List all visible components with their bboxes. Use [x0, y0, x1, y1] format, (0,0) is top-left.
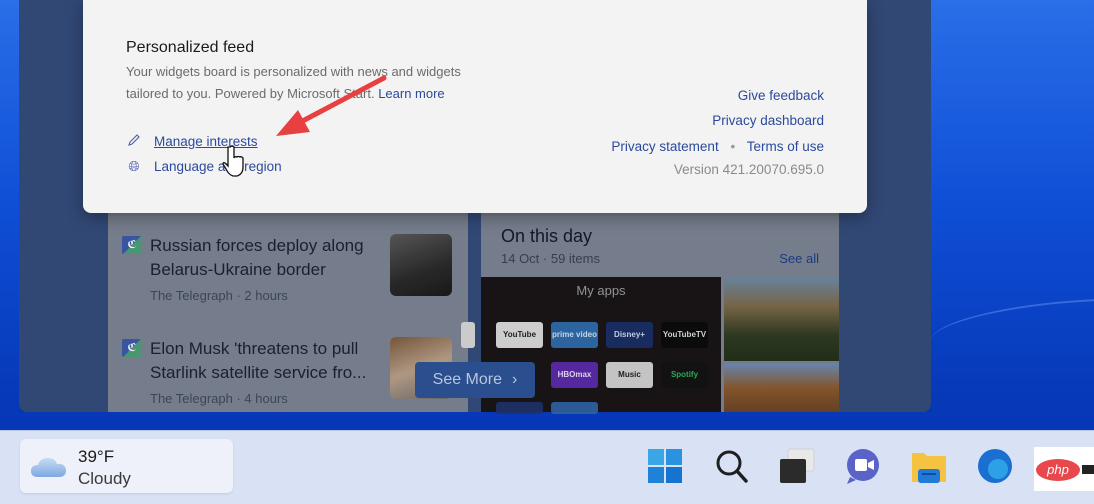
give-feedback-row: Give feedback [738, 88, 824, 103]
weather-widget-button[interactable]: 39°F Cloudy [20, 439, 233, 493]
privacy-dashboard-row: Privacy dashboard [712, 113, 824, 128]
search-icon[interactable] [712, 447, 750, 485]
pencil-icon [126, 133, 142, 150]
personalized-feed-flyout: Personalized feed Your widgets board is … [83, 0, 867, 213]
hand-cursor-icon [222, 145, 244, 177]
separator-dot: • [730, 139, 736, 154]
give-feedback-link[interactable]: Give feedback [738, 88, 824, 103]
start-icon[interactable] [646, 447, 684, 485]
legal-links-row: Privacy statement • Terms of use [611, 139, 824, 154]
privacy-statement-link[interactable]: Privacy statement [611, 139, 718, 154]
language-region-row[interactable]: 🌐︎ Language and region [126, 158, 282, 175]
watermark-logo: php [1036, 459, 1080, 481]
file-explorer-icon[interactable] [910, 447, 948, 485]
weather-condition: Cloudy [78, 469, 131, 488]
weather-temperature: 39°F [78, 447, 115, 466]
task-view-icon[interactable] [778, 447, 816, 485]
flyout-heading: Personalized feed [126, 39, 255, 56]
language-region-link[interactable]: Language and region [154, 159, 282, 174]
taskbar: 39°F Cloudy [0, 430, 1094, 504]
privacy-dashboard-link[interactable]: Privacy dashboard [712, 113, 824, 128]
language-icon: 🌐︎ [128, 158, 140, 174]
chevron-right-icon: › [512, 371, 518, 388]
wallpaper-swoosh [928, 289, 1094, 373]
terms-of-use-link[interactable]: Terms of use [747, 139, 824, 154]
watermark-bar [1082, 465, 1094, 474]
edge-icon[interactable] [976, 447, 1014, 485]
teams-chat-icon[interactable] [844, 447, 882, 485]
cloud-icon [31, 458, 66, 477]
see-more-label: See More [432, 371, 503, 388]
see-more-button[interactable]: See More › [415, 362, 535, 398]
annotation-arrow-icon [276, 75, 387, 136]
watermark: php [1034, 447, 1094, 491]
version-text: Version 421.20070.695.0 [673, 162, 824, 177]
